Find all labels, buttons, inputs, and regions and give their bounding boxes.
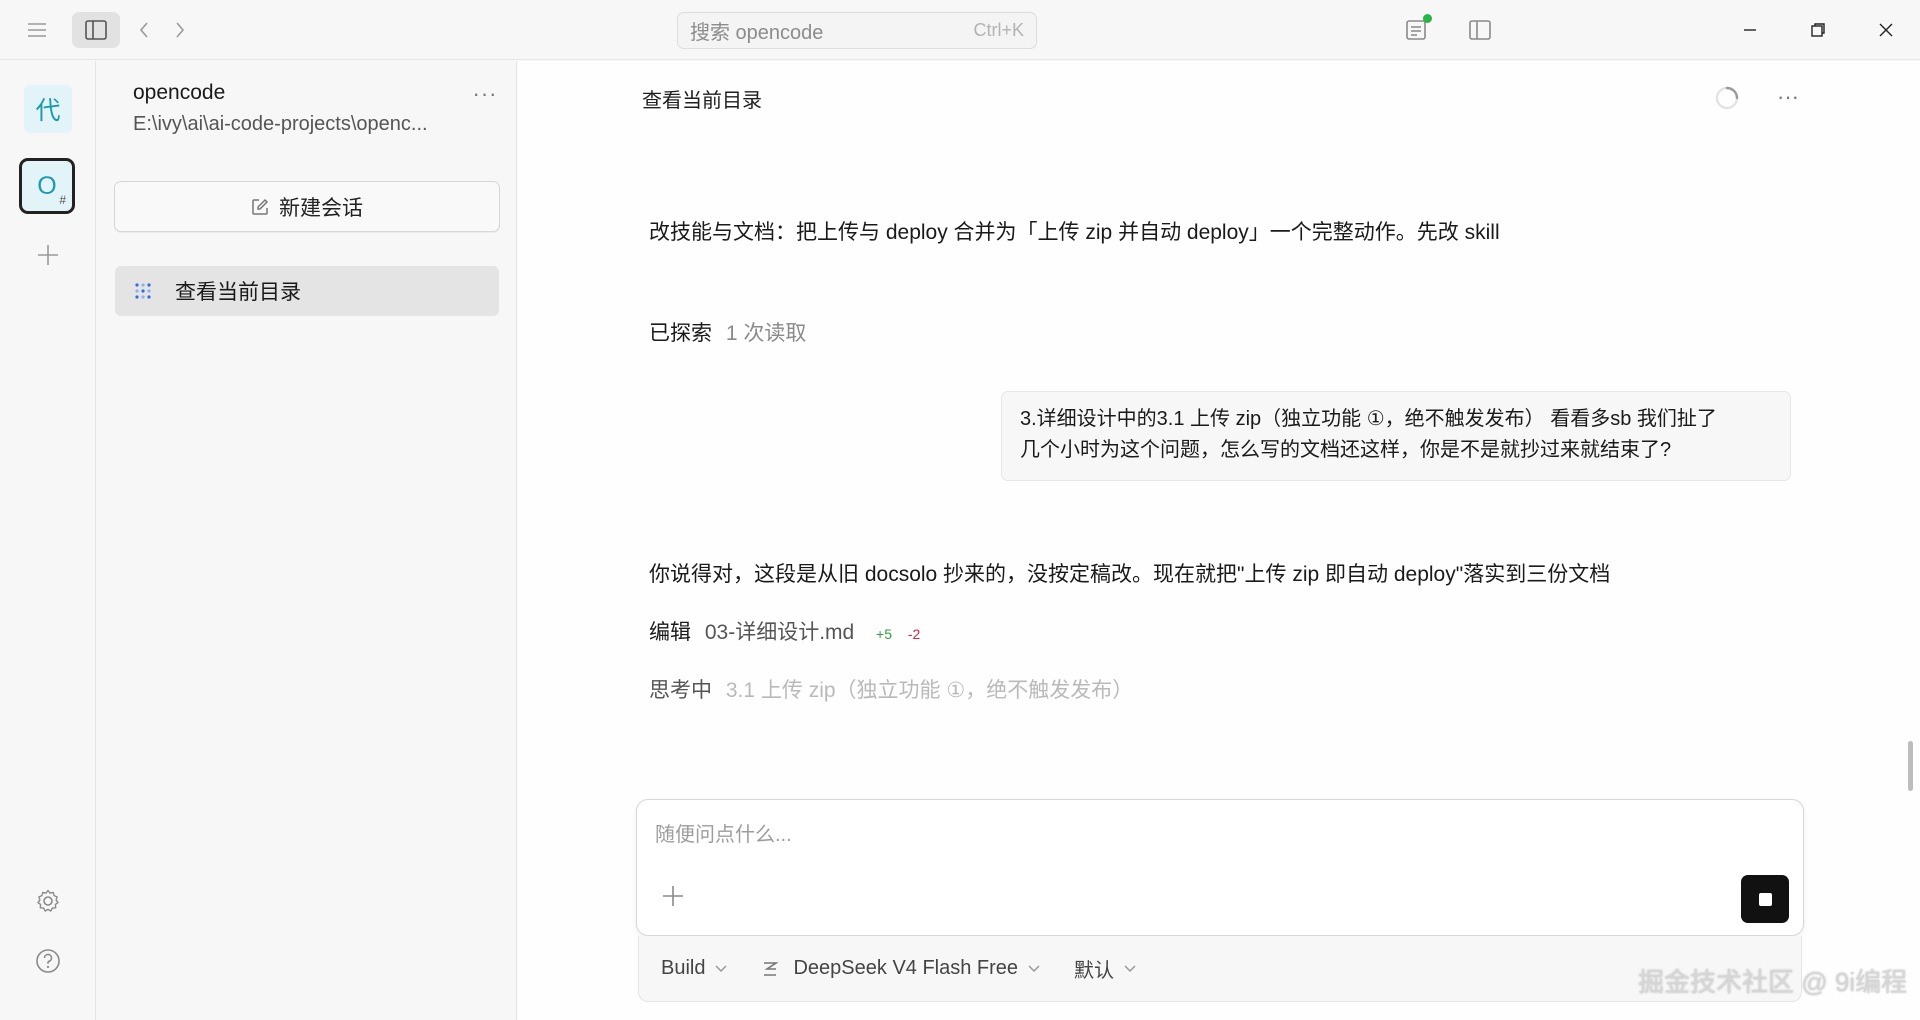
search-input[interactable]: 搜索 opencode Ctrl+K: [677, 12, 1037, 49]
explored-label: 已探索: [649, 322, 712, 345]
model-provider-icon: [761, 960, 780, 978]
toggle-panel-button[interactable]: [1462, 12, 1498, 48]
assistant-message: 你说得对，这段是从旧 docsolo 抄来的，没按定稿改。现在就把"上传 zip…: [649, 563, 1611, 586]
toggle-sidebar-button[interactable]: [72, 12, 120, 48]
explored-detail: 1 次读取: [725, 322, 807, 345]
search-shortcut: Ctrl+K: [973, 20, 1024, 40]
restore-button[interactable]: [1800, 12, 1836, 48]
workspace-sub-badge: #: [59, 193, 66, 207]
user-message-line: 几个小时为这个问题，怎么写的文档还这样，你是不是就抄过来就结束了?: [1020, 439, 1672, 461]
composer[interactable]: 随便问点什么...: [636, 799, 1804, 936]
document-list-icon: [1406, 20, 1426, 40]
search-placeholder: 搜索 opencode: [690, 22, 824, 44]
scrollbar-thumb[interactable]: [1908, 741, 1913, 791]
session-sidebar: opencode E:\ivy\ai\ai-code-projects\open…: [97, 61, 517, 1020]
project-name: opencode: [133, 81, 226, 104]
chevron-down-icon: [1124, 964, 1136, 973]
edit-icon: [251, 198, 269, 216]
model-select[interactable]: DeepSeek V4 Flash Free: [761, 957, 1040, 980]
user-message-line: 3.详细设计中的3.1 上传 zip（独立功能 ①，绝不触发发布） 看看多sb …: [1020, 408, 1717, 430]
plus-icon: [38, 245, 58, 265]
diff-removed-count: -2: [907, 626, 921, 642]
close-icon: [1879, 23, 1893, 37]
forward-button[interactable]: [166, 12, 194, 48]
agent-select[interactable]: Build: [661, 957, 728, 980]
project-path: E:\ivy\ai\ai-code-projects\openc...: [133, 113, 428, 135]
chat-more-button[interactable]: ···: [1770, 79, 1806, 115]
panel-right-icon: [1469, 20, 1491, 40]
session-item[interactable]: 查看当前目录: [115, 266, 499, 316]
restore-icon: [1811, 23, 1825, 37]
stop-icon: [1758, 892, 1772, 906]
diff-added-count: +5: [876, 626, 893, 642]
chevron-left-icon: [139, 22, 148, 38]
help-button[interactable]: [30, 943, 66, 979]
settings-button[interactable]: [30, 883, 66, 919]
tool-explored-row[interactable]: 已探索 1 次读取: [649, 317, 806, 347]
workspace-item-active[interactable]: O #: [19, 158, 75, 214]
workspace-label: O: [37, 171, 57, 200]
model-select-value: DeepSeek V4 Flash Free: [793, 957, 1019, 979]
user-message: 3.详细设计中的3.1 上传 zip（独立功能 ①，绝不触发发布） 看看多sb …: [1001, 391, 1791, 481]
thinking-label: 思考中: [649, 679, 712, 702]
gear-icon: [37, 889, 59, 912]
prompt-input[interactable]: 随便问点什么...: [655, 818, 792, 847]
variant-select-value: 默认: [1074, 960, 1115, 982]
add-workspace-button[interactable]: [30, 237, 66, 273]
chevron-down-icon: [1028, 964, 1040, 973]
new-session-button[interactable]: 新建会话: [114, 181, 500, 232]
minimize-icon: [1744, 29, 1756, 31]
loading-spinner-icon: [1715, 86, 1739, 110]
help-icon: [36, 949, 60, 973]
stop-button[interactable]: [1741, 875, 1789, 923]
title-bar: 搜索 opencode Ctrl+K: [0, 0, 1920, 60]
minimize-button[interactable]: [1732, 12, 1768, 48]
edit-label: 编辑: [649, 621, 691, 644]
workspace-rail: 代 O #: [0, 61, 96, 1020]
assistant-message: 改技能与文档：把上传与 deploy 合并为「上传 zip 并自动 deploy…: [649, 221, 1500, 244]
edit-file-name: 03-详细设计.md: [704, 621, 855, 644]
session-title: 查看当前目录: [175, 281, 301, 304]
new-session-label: 新建会话: [279, 196, 363, 220]
tool-edit-row[interactable]: 编辑 03-详细设计.md +5 -2: [649, 616, 920, 646]
plus-icon: [663, 886, 683, 906]
menu-icon[interactable]: [20, 12, 54, 48]
busy-dots-icon: [135, 283, 151, 299]
status-dot: [1423, 14, 1432, 23]
variant-select[interactable]: 默认: [1074, 954, 1136, 983]
thinking-detail: 3.1 上传 zip（独立功能 ①，绝不触发发布）: [725, 679, 1134, 702]
back-button[interactable]: [130, 12, 158, 48]
watermark: 掘金技术社区 @ 9i编程: [1638, 967, 1908, 997]
workspace-label: 代: [35, 97, 61, 125]
attach-button[interactable]: [657, 880, 689, 912]
chat-title: 查看当前目录: [642, 90, 762, 112]
composer-options-bar: Build DeepSeek V4 Flash Free 默认: [638, 936, 1802, 1002]
sidebar-layout-icon: [85, 20, 107, 40]
agent-select-value: Build: [661, 957, 706, 979]
thinking-row: 思考中 3.1 上传 zip（独立功能 ①，绝不触发发布）: [649, 674, 1133, 704]
chevron-down-icon: [715, 964, 728, 973]
chat-panel: 查看当前目录 ··· 改技能与文档：把上传与 deploy 合并为「上传 zip…: [518, 61, 1920, 1020]
project-more-button[interactable]: ···: [467, 79, 503, 109]
workspace-item[interactable]: 代: [24, 85, 72, 133]
review-changes-button[interactable]: [1398, 12, 1434, 48]
close-button[interactable]: [1868, 12, 1904, 48]
chevron-right-icon: [176, 22, 185, 38]
